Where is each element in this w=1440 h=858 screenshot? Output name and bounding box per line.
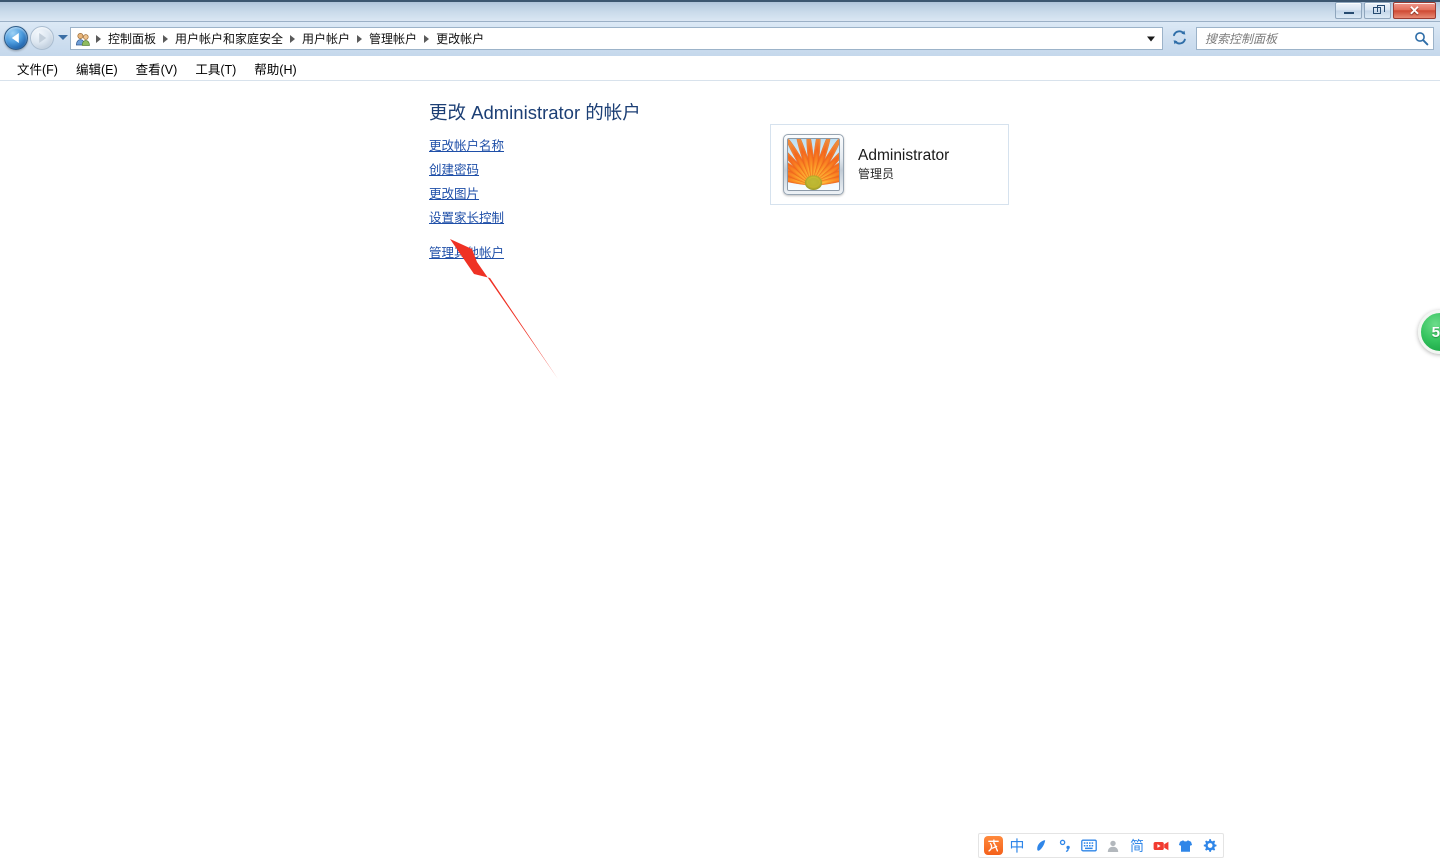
- address-bar[interactable]: 控制面板 用户帐户和家庭安全 用户帐户 管理帐户 更改帐户: [70, 27, 1163, 50]
- address-bar-row: 控制面板 用户帐户和家庭安全 用户帐户 管理帐户 更改帐户 搜索控制面板: [0, 22, 1440, 56]
- menu-item-view[interactable]: 查看(V): [127, 56, 187, 81]
- punctuation-icon[interactable]: [1054, 835, 1076, 856]
- video-icon[interactable]: [1150, 835, 1172, 856]
- page-title: 更改 Administrator 的帐户: [429, 102, 641, 123]
- account-text: Administrator 管理员: [858, 146, 949, 183]
- address-dropdown-button[interactable]: [1142, 29, 1160, 48]
- task-link-list: 更改帐户名称 创建密码 更改图片 设置家长控制 管理其他帐户: [429, 134, 689, 265]
- maximize-button[interactable]: [1364, 2, 1391, 19]
- breadcrumb-item-manage-accounts[interactable]: 管理帐户: [365, 28, 421, 49]
- menu-item-edit[interactable]: 编辑(E): [67, 56, 127, 81]
- simplified-chinese-icon[interactable]: 简: [1126, 835, 1148, 856]
- window-title-bar[interactable]: ✕: [0, 0, 1440, 22]
- close-button[interactable]: ✕: [1393, 2, 1436, 19]
- sogou-logo-icon[interactable]: [982, 835, 1004, 856]
- breadcrumb-item-control-panel[interactable]: 控制面板: [104, 28, 160, 49]
- breadcrumb-separator-icon: [163, 34, 169, 43]
- breadcrumb-item-user-accounts-family-safety[interactable]: 用户帐户和家庭安全: [171, 28, 287, 49]
- user-accounts-icon: [75, 31, 91, 47]
- link-change-account-name[interactable]: 更改帐户名称: [429, 134, 504, 158]
- soft-keyboard-icon[interactable]: [1078, 835, 1100, 856]
- avatar-frame: [783, 134, 844, 195]
- settings-gear-icon[interactable]: [1198, 835, 1220, 856]
- menu-item-file[interactable]: 文件(F): [8, 56, 67, 81]
- moon-icon[interactable]: [1030, 835, 1052, 856]
- floating-badge-label: 52: [1431, 323, 1440, 341]
- breadcrumb-item-change-account[interactable]: 更改帐户: [432, 28, 488, 49]
- menu-bar: 文件(F) 编辑(E) 查看(V) 工具(T) 帮助(H): [0, 56, 1440, 81]
- minimize-icon: [1344, 12, 1354, 14]
- recent-pages-chevron-down-icon[interactable]: [58, 35, 68, 40]
- refresh-button[interactable]: [1168, 27, 1191, 50]
- window-controls: ✕: [1335, 2, 1436, 19]
- breadcrumb-item-user-accounts[interactable]: 用户帐户: [298, 28, 354, 49]
- title-bar-top-edge: [0, 0, 1440, 2]
- content-area: 更改 Administrator 的帐户 更改帐户名称 创建密码 更改图片 设置…: [0, 81, 1440, 858]
- link-create-password[interactable]: 创建密码: [429, 158, 479, 182]
- forward-button[interactable]: [30, 26, 54, 50]
- link-change-picture[interactable]: 更改图片: [429, 182, 479, 206]
- breadcrumb: 控制面板 用户帐户和家庭安全 用户帐户 管理帐户 更改帐户: [93, 28, 1162, 49]
- skin-icon[interactable]: [1174, 835, 1196, 856]
- minimize-button[interactable]: [1335, 2, 1362, 19]
- menu-item-tools[interactable]: 工具(T): [186, 56, 245, 81]
- breadcrumb-separator-icon: [424, 34, 430, 43]
- ime-toolbar: 中 简: [978, 833, 1224, 858]
- account-role: 管理员: [858, 167, 895, 181]
- breadcrumb-separator-icon: [290, 34, 296, 43]
- annotation-arrow: [450, 239, 558, 379]
- gerbera-flower-avatar: [787, 138, 840, 191]
- user-icon[interactable]: [1102, 835, 1124, 856]
- link-manage-another-account[interactable]: 管理其他帐户: [429, 241, 504, 265]
- account-name: Administrator: [858, 147, 950, 164]
- breadcrumb-separator-icon: [96, 34, 101, 43]
- menu-item-help[interactable]: 帮助(H): [245, 56, 305, 81]
- maximize-icon: [1373, 5, 1385, 14]
- breadcrumb-separator-icon: [357, 34, 363, 43]
- account-card[interactable]: Administrator 管理员: [770, 124, 1009, 205]
- back-button[interactable]: [4, 26, 28, 50]
- forward-arrow-icon: [39, 33, 47, 43]
- search-input[interactable]: 搜索控制面板: [1197, 30, 1409, 47]
- search-icon[interactable]: [1409, 31, 1433, 46]
- close-icon: ✕: [1409, 3, 1420, 18]
- link-set-parental-controls[interactable]: 设置家长控制: [429, 206, 504, 230]
- refresh-icon: [1171, 29, 1188, 49]
- back-arrow-icon: [11, 33, 19, 43]
- search-box[interactable]: 搜索控制面板: [1196, 27, 1434, 50]
- chinese-mode-icon[interactable]: 中: [1006, 835, 1028, 856]
- chevron-down-icon: [1147, 36, 1155, 41]
